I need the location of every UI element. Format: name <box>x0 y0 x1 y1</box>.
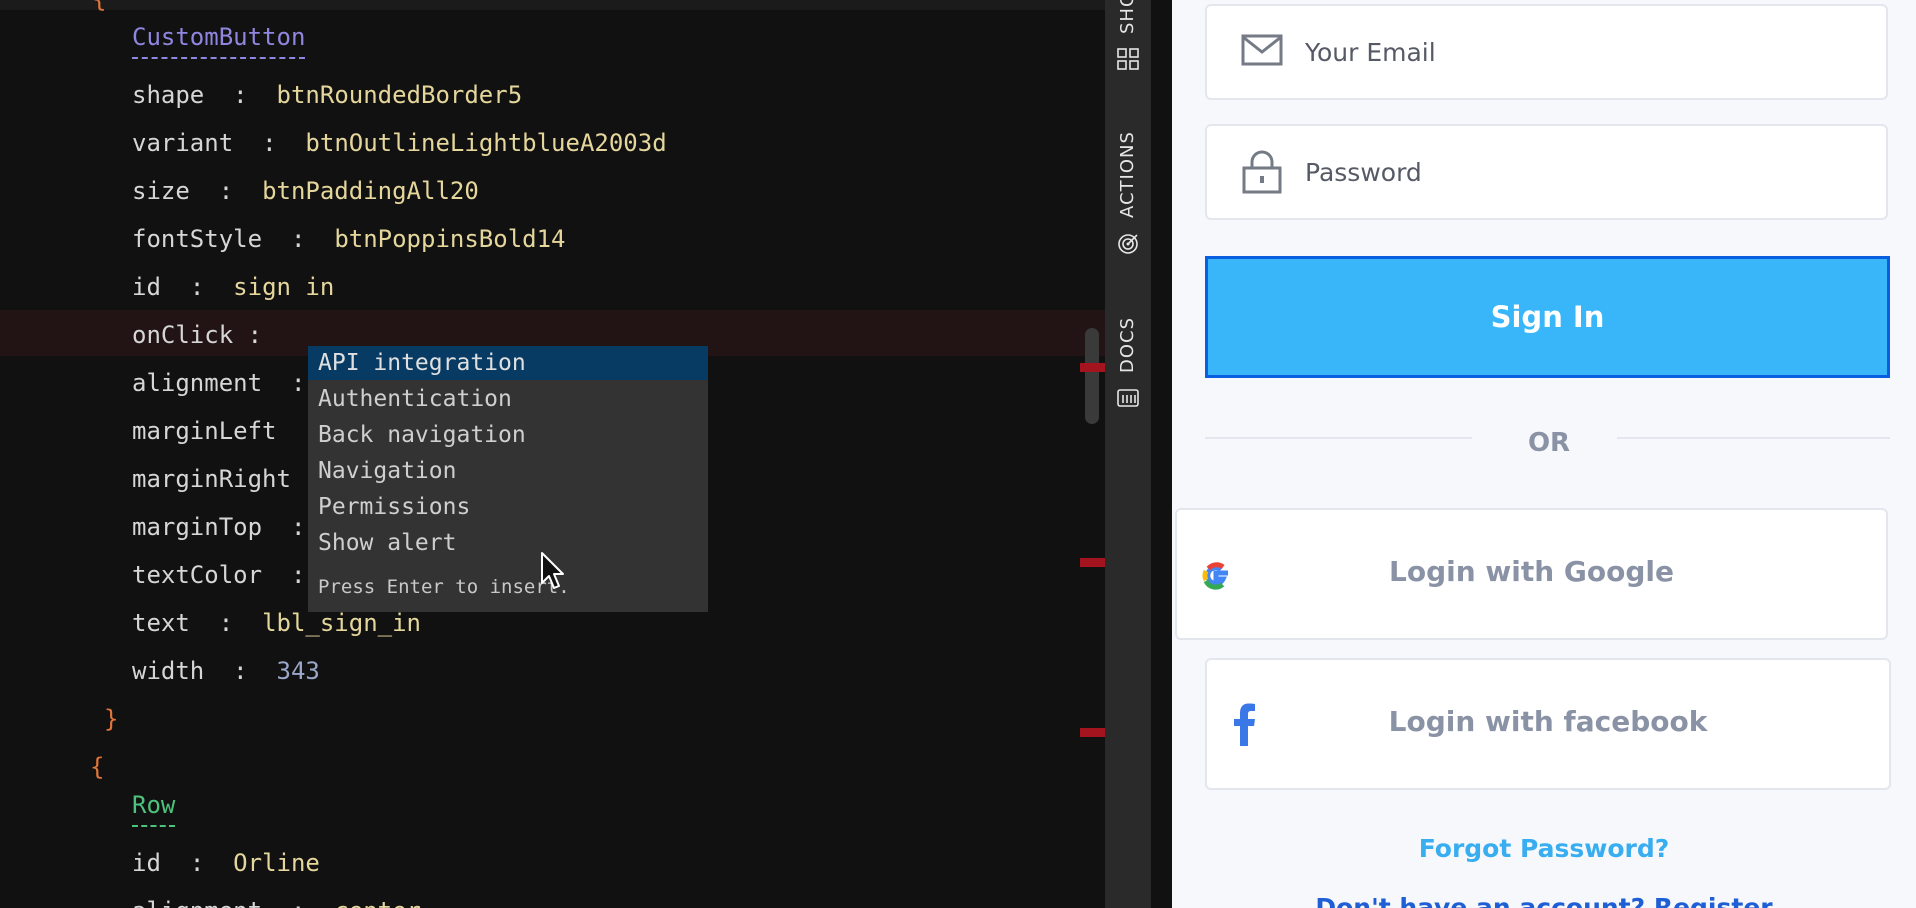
editor-top-line <box>0 0 1105 10</box>
autocomplete-item-permissions[interactable]: Permissions <box>308 490 708 524</box>
row-prop-alignment[interactable]: alignment : center <box>132 896 421 908</box>
editor-scrollbar-thumb[interactable] <box>1085 328 1099 424</box>
error-marker <box>1080 363 1105 372</box>
facebook-login-button[interactable]: Login with facebook <box>1205 658 1891 790</box>
google-login-button[interactable]: Login with Google <box>1175 508 1888 640</box>
prop-line-fontstyle[interactable]: fontStyle : btnPoppinsBold14 <box>132 224 566 254</box>
password-field[interactable]: Password <box>1205 124 1888 220</box>
error-marker <box>1080 728 1105 737</box>
prop-line-marginleft[interactable]: marginLeft <box>132 416 277 446</box>
mail-icon <box>1241 34 1283 66</box>
password-placeholder: Password <box>1305 158 1422 187</box>
prop-line-size[interactable]: size : btnPaddingAll20 <box>132 176 479 206</box>
forgot-password-link[interactable]: Forgot Password? <box>1172 834 1916 863</box>
lock-icon <box>1242 150 1282 194</box>
autocomplete-item-authentication[interactable]: Authentication <box>308 382 708 416</box>
autocomplete-popup: API integration Authentication Back navi… <box>308 346 708 612</box>
or-label: OR <box>1527 428 1571 458</box>
prop-line-onclick[interactable]: onClick : <box>132 320 262 350</box>
autocomplete-item-show-alert[interactable]: Show alert <box>308 526 708 560</box>
code-editor[interactable]: { CustomButton shape : btnRoundedBorder5… <box>0 0 1105 908</box>
app-preview: Your Email Password Sign In OR Login wit… <box>1172 0 1916 908</box>
prop-line-alignment[interactable]: alignment : <box>132 368 305 398</box>
prop-line-variant[interactable]: variant : btnOutlineLightblueA2003d <box>132 128 667 158</box>
sign-in-button[interactable]: Sign In <box>1205 256 1890 378</box>
row-prop-id[interactable]: id : Orline <box>132 848 320 878</box>
grid-icon[interactable] <box>1117 48 1139 70</box>
close-brace: } <box>104 705 119 733</box>
prop-line-text[interactable]: text : lbl_sign_in <box>132 608 421 638</box>
top-brace: { <box>92 0 106 14</box>
tab-actions[interactable]: ACTIONS <box>1117 131 1138 218</box>
panel-gap <box>1151 0 1172 908</box>
prop-line-textcolor[interactable]: textColor : <box>132 560 305 590</box>
email-field[interactable]: Your Email <box>1205 4 1888 100</box>
side-panel-tabs: SHOW ACTIONS DOCS <box>1105 0 1151 908</box>
open-brace: { <box>90 753 105 781</box>
email-placeholder: Your Email <box>1305 38 1436 67</box>
docs-icon[interactable] <box>1117 388 1139 408</box>
row-underline <box>132 825 175 827</box>
autocomplete-hint: Press Enter to insert. <box>318 576 570 598</box>
row-component-name[interactable]: Row <box>132 790 175 820</box>
facebook-login-label: Login with facebook <box>1388 705 1708 738</box>
autocomplete-item-back-navigation[interactable]: Back navigation <box>308 418 708 452</box>
target-icon[interactable] <box>1117 233 1139 255</box>
google-login-label: Login with Google <box>1388 555 1675 588</box>
mouse-pointer-icon <box>541 552 564 589</box>
prop-line-marginright[interactable]: marginRight <box>132 464 291 494</box>
or-divider-left <box>1205 437 1472 439</box>
register-link[interactable]: Don't have an account? Register <box>1172 893 1916 908</box>
prop-line-id[interactable]: id : sign in <box>132 272 334 302</box>
prop-line-width[interactable]: width : 343 <box>132 656 320 686</box>
prop-line-margintop[interactable]: marginTop : <box>132 512 305 542</box>
component-name[interactable]: CustomButton <box>132 22 305 52</box>
tab-show[interactable]: SHOW <box>1117 0 1138 34</box>
prop-line-shape[interactable]: shape : btnRoundedBorder5 <box>132 80 522 110</box>
component-underline <box>132 57 305 59</box>
autocomplete-item-navigation[interactable]: Navigation <box>308 454 708 488</box>
or-divider-right <box>1617 437 1890 439</box>
autocomplete-item-api-integration[interactable]: API integration <box>308 346 708 380</box>
error-marker <box>1080 558 1105 567</box>
tab-docs[interactable]: DOCS <box>1117 317 1138 373</box>
